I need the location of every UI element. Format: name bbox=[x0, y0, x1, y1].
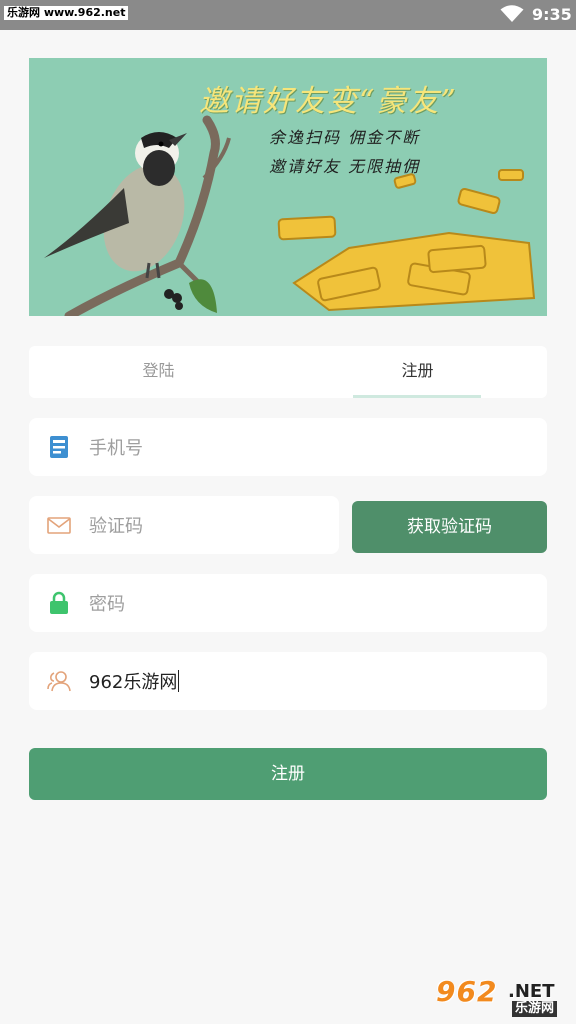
tab-register[interactable]: 注册 bbox=[288, 346, 547, 398]
watermark-net: .NET bbox=[508, 981, 555, 1002]
tab-login[interactable]: 登陆 bbox=[29, 346, 288, 398]
watermark-text: 乐游网 www.962.net bbox=[4, 6, 129, 20]
phone-icon bbox=[50, 436, 68, 458]
mail-icon bbox=[47, 517, 71, 534]
phone-placeholder: 手机号 bbox=[89, 438, 143, 459]
lock-icon bbox=[50, 591, 68, 614]
banner-line-1: 余逸扫码 佣金不断 bbox=[269, 128, 421, 147]
promo-banner[interactable]: 邀请好友变“豪友” 余逸扫码 佣金不断 邀请好友 无限抽佣 bbox=[29, 58, 547, 316]
register-submit-button[interactable]: 注册 bbox=[29, 748, 547, 800]
status-bar: 乐游网 www.962.net 9:35 bbox=[0, 0, 576, 30]
get-code-button[interactable]: 获取验证码 bbox=[352, 501, 547, 553]
verification-code-placeholder: 验证码 bbox=[89, 516, 143, 537]
inviter-input[interactable]: 962乐游网 bbox=[89, 668, 180, 694]
password-field[interactable]: 密码 bbox=[29, 574, 547, 632]
banner-line-2: 邀请好友 无限抽佣 bbox=[269, 157, 421, 176]
inviter-field[interactable]: 962乐游网 bbox=[29, 652, 547, 710]
auth-tabs: 登陆 注册 bbox=[29, 346, 547, 398]
status-time: 9:35 bbox=[532, 5, 572, 24]
site-watermark: 962 .NET 乐游网 bbox=[436, 975, 570, 1019]
text-caret bbox=[178, 670, 180, 692]
verification-code-field[interactable]: 验证码 bbox=[29, 496, 339, 554]
phone-field[interactable]: 手机号 bbox=[29, 418, 547, 476]
users-icon bbox=[47, 671, 71, 692]
banner-title: 邀请好友变“豪友” bbox=[199, 84, 458, 119]
tab-active-indicator bbox=[353, 395, 481, 398]
wifi-icon bbox=[500, 5, 524, 22]
password-placeholder: 密码 bbox=[89, 594, 125, 615]
watermark-number: 962 bbox=[436, 975, 498, 1008]
watermark-sub: 乐游网 bbox=[512, 1001, 558, 1017]
inviter-value: 962乐游网 bbox=[89, 672, 178, 693]
